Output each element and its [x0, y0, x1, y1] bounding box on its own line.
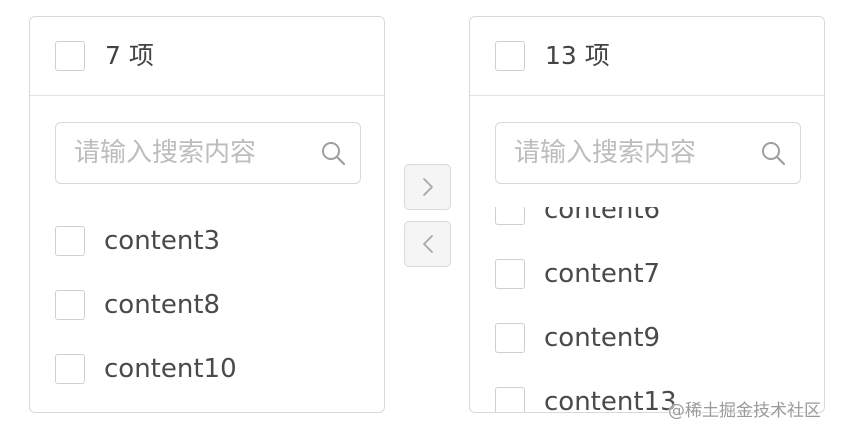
target-search-box — [495, 122, 801, 184]
item-label: content8 — [104, 290, 221, 320]
item-checkbox[interactable] — [495, 323, 525, 353]
source-count-label: 7 项 — [105, 41, 154, 70]
target-panel-header: 13 项 — [470, 17, 824, 96]
item-label: content3 — [104, 226, 221, 256]
search-icon[interactable] — [320, 140, 346, 166]
item-label: content10 — [104, 354, 237, 384]
item-checkbox[interactable] — [495, 207, 525, 225]
chevron-left-icon — [423, 235, 433, 253]
list-item[interactable]: content8 — [30, 271, 384, 335]
target-select-all-checkbox[interactable] — [495, 41, 525, 71]
list-item[interactable]: content3 — [30, 207, 384, 271]
watermark: @稀土掘金技术社区 — [668, 401, 821, 421]
source-panel: 7 项 content3 content8 content10 — [29, 16, 385, 413]
item-checkbox[interactable] — [55, 290, 85, 320]
item-checkbox[interactable] — [495, 387, 525, 412]
source-panel-header: 7 项 — [30, 17, 384, 96]
target-panel: 13 项 content6 content7 content9 conte — [469, 16, 825, 413]
search-icon[interactable] — [760, 140, 786, 166]
source-list[interactable]: content3 content8 content10 — [30, 207, 384, 412]
move-to-right-button[interactable] — [404, 164, 451, 210]
item-label: content13 — [544, 387, 677, 413]
target-count-label: 13 项 — [545, 41, 610, 70]
item-label: content6 — [544, 207, 661, 225]
item-checkbox[interactable] — [55, 226, 85, 256]
list-item[interactable]: content10 — [30, 335, 384, 399]
move-to-left-button[interactable] — [404, 221, 451, 267]
chevron-right-icon — [423, 178, 433, 196]
source-select-all-checkbox[interactable] — [55, 41, 85, 71]
item-checkbox[interactable] — [55, 354, 85, 384]
item-label: content7 — [544, 259, 661, 289]
item-checkbox[interactable] — [495, 259, 525, 289]
item-label: content9 — [544, 323, 661, 353]
source-search-box — [55, 122, 361, 184]
list-item[interactable]: content9 — [470, 304, 824, 368]
target-list[interactable]: content6 content7 content9 content13 — [470, 207, 824, 413]
list-item[interactable]: content6 — [470, 207, 824, 240]
target-search-input[interactable] — [496, 123, 746, 183]
source-search-input[interactable] — [56, 123, 306, 183]
list-item[interactable]: content7 — [470, 240, 824, 304]
